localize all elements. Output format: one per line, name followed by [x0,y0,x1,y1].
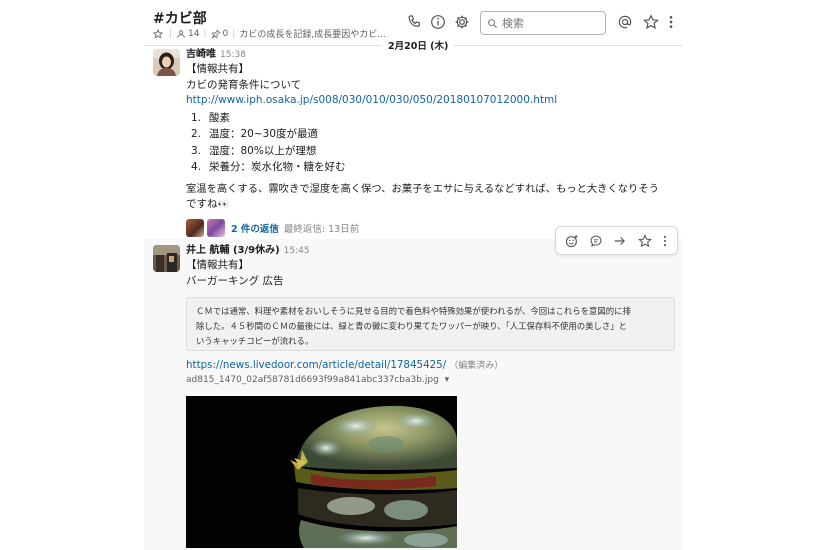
message-text: バーガーキング 広告 [186,274,284,287]
message-text: 室温を高くする、霧吹きで湿度を高く保つ、お菓子をエサに与えるなどすれば、もっと大… [186,182,659,195]
message[interactable]: 吉崎唯 15:38 【情報共有】 カビの発育条件について http://www.i… [144,46,682,239]
more-vertical-icon[interactable] [666,14,676,30]
eyes-emoji: 👀 [217,200,229,210]
search-icon [488,18,498,28]
timestamp[interactable]: 15:45 [284,246,310,256]
message[interactable]: 井上 航輔 (3/9休み) 15:45 【情報共有】 バーガーキング 広告 ＣＭで… [144,239,682,550]
message-text: 【情報共有】 [186,63,249,75]
search-input[interactable] [502,16,598,30]
attached-image[interactable] [186,396,457,548]
member-count[interactable]: 14 [188,29,199,39]
author-name[interactable]: 吉崎唯 [186,49,216,60]
list-item: 3. 湿度：80%以上が理想 [191,144,317,157]
search-box[interactable] [480,11,606,35]
link-line: https://news.livedoor.com/article/detail… [186,358,503,374]
star-icon[interactable] [153,28,163,39]
avatar[interactable] [153,245,180,272]
emoji-reaction-icon[interactable] [564,233,580,249]
quote-line: ＣＭでは通常、料理や素材をおいしそうに見せる目的で着色料や特殊効果が使われるが、… [196,306,631,316]
avatar [207,218,225,237]
avatar [186,218,204,237]
message-text: 【情報共有】 [186,259,249,271]
message-header: 吉崎唯 15:38 [186,48,674,62]
author-name[interactable]: 井上 航輔 (3/9休み) [186,245,280,256]
list-item: 1. 酸素 [191,111,230,124]
pin-count[interactable]: 0 [223,29,229,39]
gear-icon[interactable] [454,14,470,30]
quote-line: いうキャッチコピーが流れる。 [196,336,314,346]
edited-marker: （編集済み） [449,361,504,371]
message-body: 井上 航輔 (3/9休み) 15:45 【情報共有】 バーガーキング 広告 ＣＭで… [186,244,675,548]
last-reply-time: 最終返信: 13日前 [283,223,360,235]
reply-thread-icon[interactable] [588,233,604,249]
thread-participant-avatars [186,218,225,237]
timestamp[interactable]: 15:38 [220,50,246,60]
list-item: 2. 温度：20~30度が最適 [191,128,319,140]
quote-block: ＣＭでは通常、料理や素材をおいしそうに見せる目的で着色料や特殊効果が使われるが、… [186,297,675,351]
numbered-list: 1. 酸素 2. 温度：20~30度が最適 3. 湿度：80%以上が理想 4. 栄養分：… [186,110,674,176]
message-link[interactable]: https://news.livedoor.com/article/detail… [186,359,446,371]
star-icon[interactable] [643,14,659,30]
message-text: カビの発育条件について [186,78,302,91]
file-name-row[interactable]: ad815_1470_02af58781d6693f99a841abc337cb… [186,375,449,385]
channel-name[interactable]: #カビ部 [153,8,207,28]
info-icon[interactable] [430,14,446,30]
pin-icon [211,29,220,38]
phone-icon[interactable] [406,14,422,30]
share-icon[interactable] [612,233,628,249]
file-name[interactable]: ad815_1470_02af58781d6693f99a841abc337cb… [186,375,439,385]
message-link[interactable]: http://www.iph.osaka.jp/s008/030/010/030… [186,94,557,106]
list-item: 4. 栄養分：炭水化物・糖を好む [191,161,346,173]
person-icon [177,29,185,38]
mention-icon[interactable] [617,14,633,30]
quote-line: 除した。４５秒間のＣＭの最後には、緑と青の黴に変わり果てたワッパーが映り、「人工… [196,321,627,331]
message-text: ですね👀 [186,198,229,210]
message-body: 吉崎唯 15:38 【情報共有】 カビの発育条件について http://www.i… [186,48,674,237]
bookmark-icon[interactable] [637,233,653,249]
message-actions-toolbar [555,226,678,255]
replies-count-link[interactable]: 2 件の返信 [231,221,279,235]
chevron-down-icon[interactable]: ▾ [445,375,450,385]
avatar[interactable] [153,49,180,76]
slack-app: #カビ部 | 14 | 0 | カビの成長を記録,成長要因やカビ... 2月20… [144,0,682,550]
more-vertical-icon[interactable] [661,233,669,249]
